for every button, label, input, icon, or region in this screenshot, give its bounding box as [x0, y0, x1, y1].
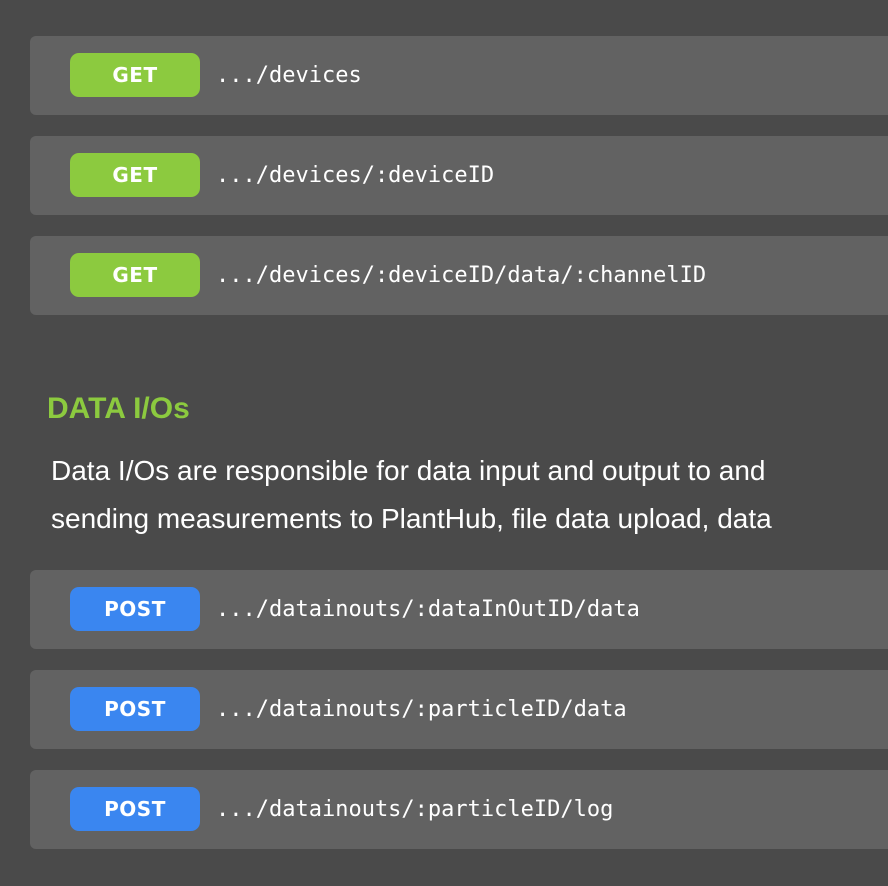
endpoint-get-device-by-id[interactable]: GET .../devices/:deviceID [30, 136, 888, 215]
section-description: Data I/Os are responsible for data input… [51, 447, 888, 543]
endpoint-post-particle-data[interactable]: POST .../datainouts/:particleID/data [30, 670, 888, 749]
endpoint-get-device-channel-data[interactable]: GET .../devices/:deviceID/data/:channelI… [30, 236, 888, 315]
endpoint-post-datainout-data[interactable]: POST .../datainouts/:dataInOutID/data [30, 570, 888, 649]
endpoint-post-particle-log[interactable]: POST .../datainouts/:particleID/log [30, 770, 888, 849]
data-ios-endpoint-list: POST .../datainouts/:dataInOutID/data PO… [30, 570, 888, 870]
method-badge-get: GET [70, 253, 200, 297]
description-line: Data I/Os are responsible for data input… [51, 455, 766, 486]
endpoint-path: .../datainouts/:particleID/log [216, 797, 614, 822]
method-badge-get: GET [70, 53, 200, 97]
method-badge-post: POST [70, 787, 200, 831]
section-title-data-ios: DATA I/Os [47, 392, 190, 425]
api-docs-page: GET .../devices GET .../devices/:deviceI… [0, 0, 888, 886]
endpoint-path: .../datainouts/:dataInOutID/data [216, 597, 640, 622]
endpoint-path: .../devices/:deviceID [216, 163, 495, 188]
endpoint-path: .../datainouts/:particleID/data [216, 697, 627, 722]
method-badge-get: GET [70, 153, 200, 197]
endpoint-get-devices[interactable]: GET .../devices [30, 36, 888, 115]
endpoint-path: .../devices/:deviceID/data/:channelID [216, 263, 707, 288]
method-badge-post: POST [70, 587, 200, 631]
endpoint-path: .../devices [216, 63, 362, 88]
devices-endpoint-list: GET .../devices GET .../devices/:deviceI… [30, 36, 888, 336]
description-line: sending measurements to PlantHub, file d… [51, 503, 772, 534]
method-badge-post: POST [70, 687, 200, 731]
